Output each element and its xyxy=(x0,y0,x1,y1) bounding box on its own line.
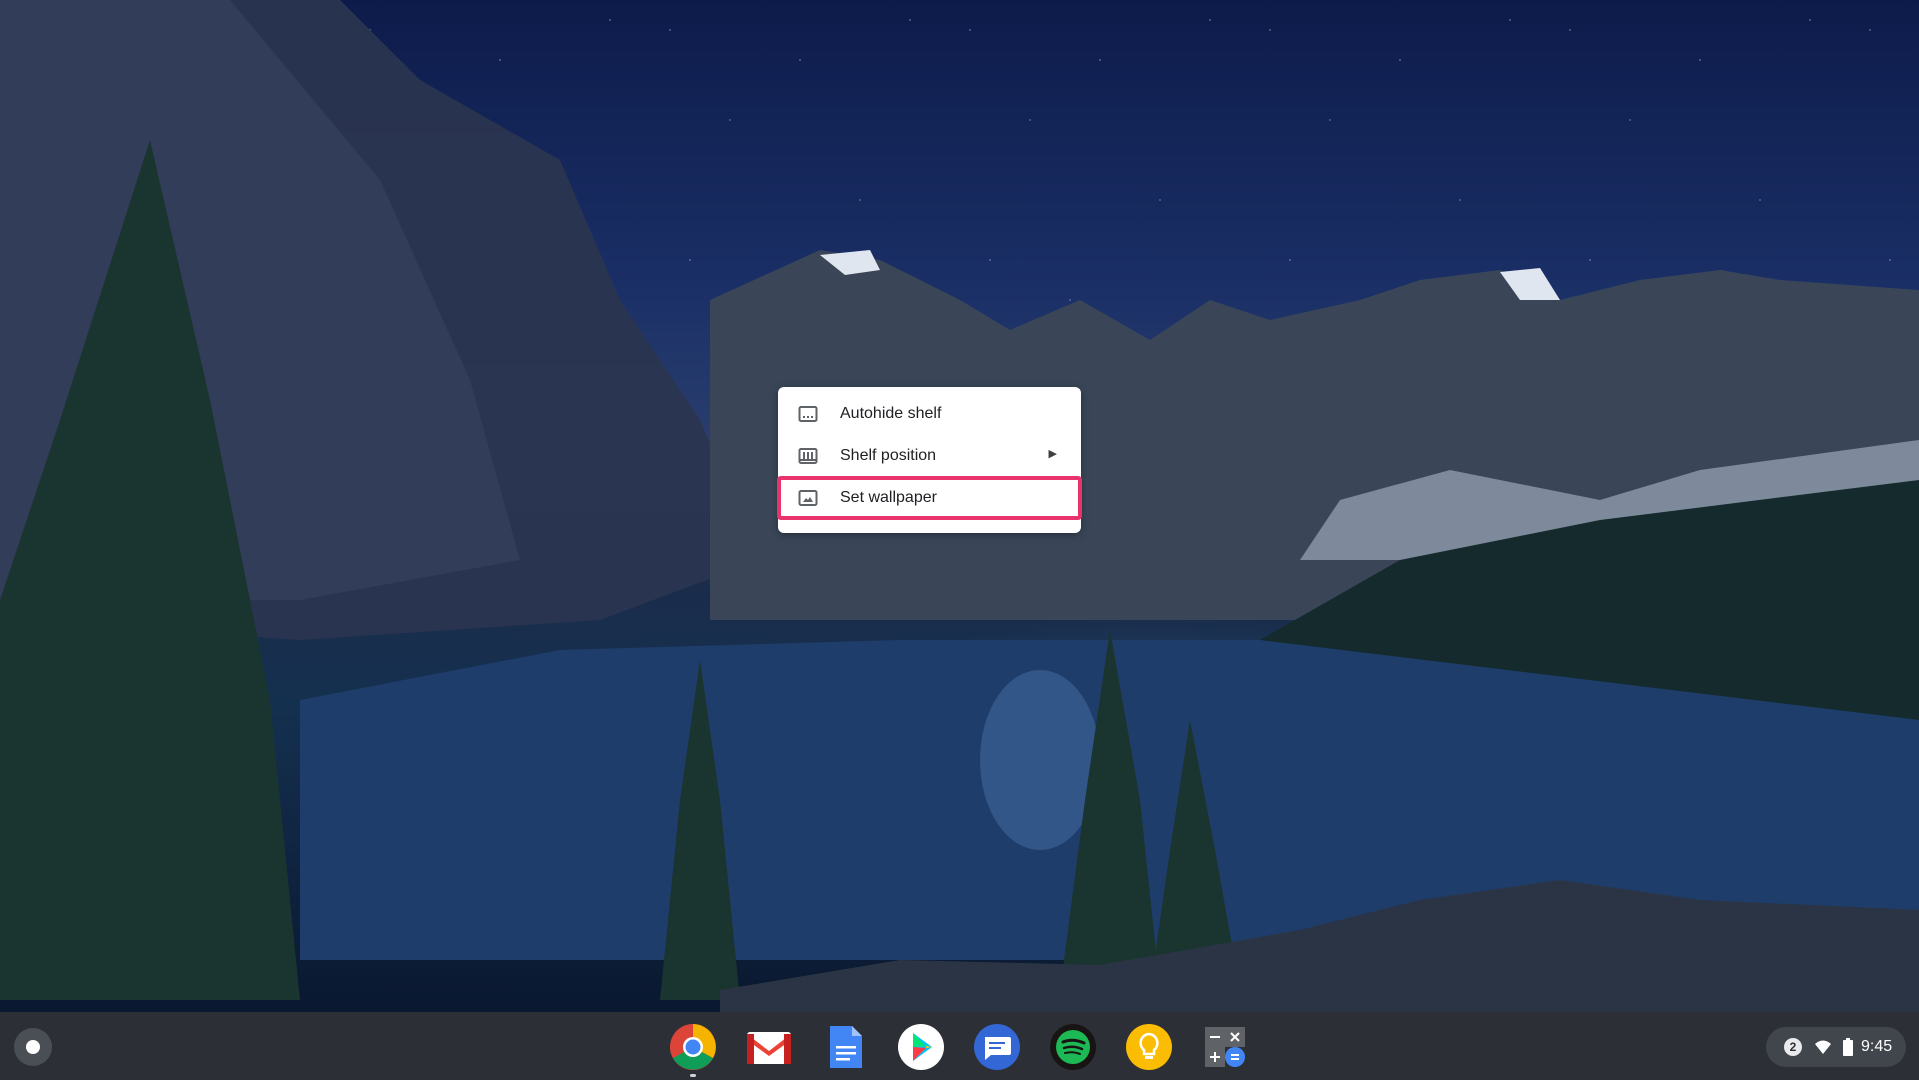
shelf-app-calculator[interactable] xyxy=(1200,1022,1250,1072)
shelf-app-keep[interactable] xyxy=(1124,1022,1174,1072)
launcher-button[interactable] xyxy=(14,1028,52,1066)
gmail-icon xyxy=(747,1032,791,1064)
battery-icon xyxy=(1843,1038,1853,1056)
docs-icon xyxy=(830,1026,862,1068)
shelf-app-gmail[interactable] xyxy=(744,1022,794,1072)
menu-item-label: Autohide shelf xyxy=(840,405,942,422)
wifi-icon xyxy=(1815,1040,1831,1054)
wallpaper-icon xyxy=(798,489,818,507)
notification-count-badge: 2 xyxy=(1784,1038,1802,1056)
keep-icon xyxy=(1126,1024,1172,1070)
shelf-position-icon xyxy=(798,447,818,465)
shelf-app-play-store[interactable] xyxy=(896,1022,946,1072)
menu-item-shelf-position[interactable]: Shelf position ▶ xyxy=(778,435,1081,477)
calculator-icon xyxy=(1205,1027,1245,1067)
running-indicator xyxy=(690,1074,696,1077)
clock: 9:45 xyxy=(1861,1038,1893,1055)
shelf-app-chrome[interactable] xyxy=(668,1022,718,1077)
status-tray[interactable]: 2 9:45 xyxy=(1766,1027,1906,1067)
play-store-icon xyxy=(898,1024,944,1070)
menu-item-label: Shelf position xyxy=(840,447,937,464)
shelf-context-menu: Autohide shelf Shelf position ▶ Set wall… xyxy=(777,387,1082,533)
shelf-app-docs[interactable] xyxy=(820,1022,870,1072)
autohide-shelf-icon xyxy=(798,405,818,423)
shelf-app-messages[interactable] xyxy=(972,1022,1022,1072)
menu-item-autohide-shelf[interactable]: Autohide shelf xyxy=(778,393,1081,435)
launcher-icon xyxy=(26,1040,40,1054)
spotify-icon xyxy=(1050,1024,1096,1070)
shelf xyxy=(0,1012,1919,1080)
menu-item-set-wallpaper[interactable]: Set wallpaper xyxy=(777,476,1082,520)
menu-item-label: Set wallpaper xyxy=(840,489,937,506)
messages-icon xyxy=(974,1024,1020,1070)
shelf-app-spotify[interactable] xyxy=(1048,1022,1098,1072)
submenu-arrow-icon: ▶ xyxy=(1048,448,1057,460)
chrome-icon xyxy=(670,1024,716,1070)
